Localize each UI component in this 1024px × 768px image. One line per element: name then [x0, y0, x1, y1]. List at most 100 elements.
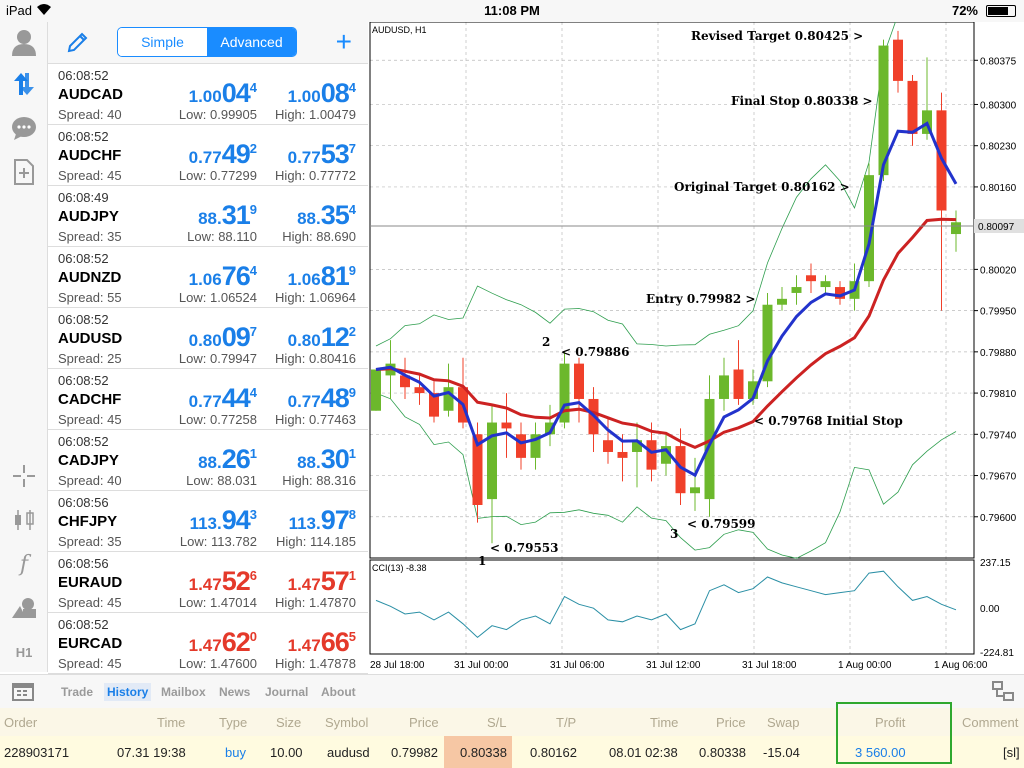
tab-journal[interactable]: Journal	[265, 685, 308, 699]
bid-price: 1.47526	[188, 566, 257, 596]
col-swap[interactable]: Swap	[767, 715, 800, 730]
layout-settings-icon[interactable]	[992, 681, 1014, 706]
col-tp[interactable]: T/P	[556, 715, 576, 730]
candle	[559, 351, 570, 429]
candle	[733, 340, 744, 405]
tab-mailbox[interactable]: Mailbox	[161, 685, 206, 699]
symbol-name: AUDJPY	[58, 208, 119, 225]
col-type[interactable]: Type	[219, 715, 247, 730]
price-tick-label: 0.79670	[980, 472, 1017, 483]
col-size[interactable]: Size	[276, 715, 301, 730]
quote-time: 06:08:49	[58, 190, 109, 205]
price-chart[interactable]: AUDUSD, H1 0.80097 0.80375 0.80300 0.80230…	[368, 0, 1024, 674]
price-tick-label: 0.80300	[980, 100, 1017, 111]
candle	[820, 275, 831, 293]
cell-comment: [sl]	[1003, 745, 1020, 760]
quote-time: 06:08:52	[58, 68, 109, 83]
quote-row-audchf[interactable]: 06:08:52 AUDCHF Spread: 45 Low: 0.77299 High…	[48, 125, 368, 186]
bid-price: 88.319	[198, 200, 257, 230]
candle	[530, 422, 541, 470]
col-close-time[interactable]: Time	[650, 715, 678, 730]
cci-label: CCI(13) -8.38	[372, 563, 427, 573]
indicators-icon[interactable]: f	[10, 550, 38, 578]
spread-value: Spread: 40	[58, 107, 122, 122]
add-symbol-icon[interactable]: +	[336, 28, 352, 56]
tab-news[interactable]: News	[219, 685, 250, 699]
advanced-tab[interactable]: Advanced	[207, 28, 296, 56]
cci-line	[375, 570, 957, 639]
high-value: High: 1.47870	[275, 595, 356, 610]
entry-note: Entry 0.79982 >	[646, 292, 755, 306]
current-price-label: 0.80097	[978, 222, 1015, 233]
candle	[443, 363, 454, 417]
low-value: Low: 0.77299	[178, 168, 257, 183]
price-axis: 0.80375 0.80300 0.80230 0.80160 0.80020 0.799…	[974, 56, 1017, 524]
timeframe-icon[interactable]: H1	[10, 638, 38, 666]
new-order-icon[interactable]	[10, 158, 38, 186]
time-tick-label: 1 Aug 00:00	[838, 660, 892, 671]
col-time[interactable]: Time	[157, 715, 185, 730]
quote-row-eurcad[interactable]: 06:08:52 EURCAD Spread: 45 Low: 1.47600 High…	[48, 613, 368, 674]
tab-history[interactable]: History	[104, 683, 152, 701]
candle	[574, 357, 584, 423]
chat-icon[interactable]	[10, 114, 38, 142]
status-bar: iPad 11:08 PM 72%	[0, 0, 1024, 22]
col-order[interactable]: Order	[4, 715, 37, 730]
tab-about[interactable]: About	[321, 685, 356, 699]
col-sl[interactable]: S/L	[487, 715, 507, 730]
simple-tab[interactable]: Simple	[118, 28, 207, 56]
point-3-label: 3	[670, 527, 678, 541]
revised-target-note: Revised Target 0.80425 >	[691, 29, 863, 43]
cell-close-time: 08.01 02:38	[609, 745, 678, 760]
col-symbol[interactable]: Symbol	[325, 715, 368, 730]
bid-price: 1.00044	[188, 78, 257, 108]
quote-row-euraud[interactable]: 06:08:56 EURAUD Spread: 45 Low: 1.47014 High…	[48, 552, 368, 613]
quote-row-audusd[interactable]: 06:08:52 AUDUSD Spread: 25 Low: 0.79947 High…	[48, 308, 368, 369]
bid-price: 0.80097	[188, 322, 257, 352]
time-tick-label: 31 Jul 12:00	[646, 660, 701, 671]
chart-type-icon[interactable]	[10, 506, 38, 534]
price-tick-label: 0.80375	[980, 56, 1017, 67]
quote-time: 06:08:52	[58, 312, 109, 327]
point-1-value: < 0.79553	[490, 541, 559, 555]
col-close-price[interactable]: Price	[716, 715, 746, 730]
low-value: Low: 0.77258	[178, 412, 257, 427]
tab-trade[interactable]: Trade	[61, 685, 93, 699]
ask-price: 0.80122	[287, 322, 356, 352]
crosshair-icon[interactable]	[10, 462, 38, 490]
quote-row-audnzd[interactable]: 06:08:52 AUDNZD Spread: 55 Low: 1.06524 High…	[48, 247, 368, 308]
calendar-icon[interactable]	[12, 681, 34, 706]
candle	[429, 381, 439, 423]
candle	[603, 416, 613, 464]
quote-row-audcad[interactable]: 06:08:52 AUDCAD Spread: 40 Low: 0.99905 High…	[48, 64, 368, 125]
col-price[interactable]: Price	[409, 715, 439, 730]
quote-row-cadjpy[interactable]: 06:08:52 CADJPY Spread: 40 Low: 88.031 High:…	[48, 430, 368, 491]
quote-row-audjpy[interactable]: 06:08:49 AUDJPY Spread: 35 Low: 88.110 High:…	[48, 186, 368, 247]
left-icon-bar: f H1	[0, 22, 48, 672]
edit-pencil-icon[interactable]	[66, 30, 90, 54]
quotes-icon[interactable]	[10, 70, 38, 98]
symbol-name: AUDNZD	[58, 269, 122, 286]
bid-price: 1.06764	[188, 261, 257, 291]
cell-swap: -15.04	[763, 745, 800, 760]
symbol-name: AUDUSD	[58, 330, 123, 347]
quote-row-chfjpy[interactable]: 06:08:56 CHFJPY Spread: 35 Low: 113.782 High…	[48, 491, 368, 552]
col-comment[interactable]: Comment	[962, 715, 1018, 730]
quotes-header: Simple Advanced +	[48, 22, 368, 64]
original-target-note: Original Target 0.80162 >	[674, 180, 850, 194]
final-stop-note: Final Stop 0.80338 >	[731, 94, 873, 108]
candle	[371, 369, 381, 411]
clock: 11:08 PM	[484, 3, 540, 18]
ask-price: 1.47571	[287, 566, 356, 596]
candle	[806, 263, 816, 293]
objects-icon[interactable]	[10, 594, 38, 622]
price-tick-label: 0.79880	[980, 348, 1017, 359]
high-value: High: 0.77772	[275, 168, 356, 183]
price-tick-label: 0.80020	[980, 265, 1017, 276]
low-value: Low: 1.47014	[178, 595, 257, 610]
symbol-name: CADCHF	[58, 391, 122, 408]
bid-price: 113.943	[189, 505, 257, 535]
quote-row-cadchf[interactable]: 06:08:52 CADCHF Spread: 45 Low: 0.77258 High…	[48, 369, 368, 430]
spread-value: Spread: 45	[58, 168, 122, 183]
account-icon[interactable]	[10, 28, 38, 56]
